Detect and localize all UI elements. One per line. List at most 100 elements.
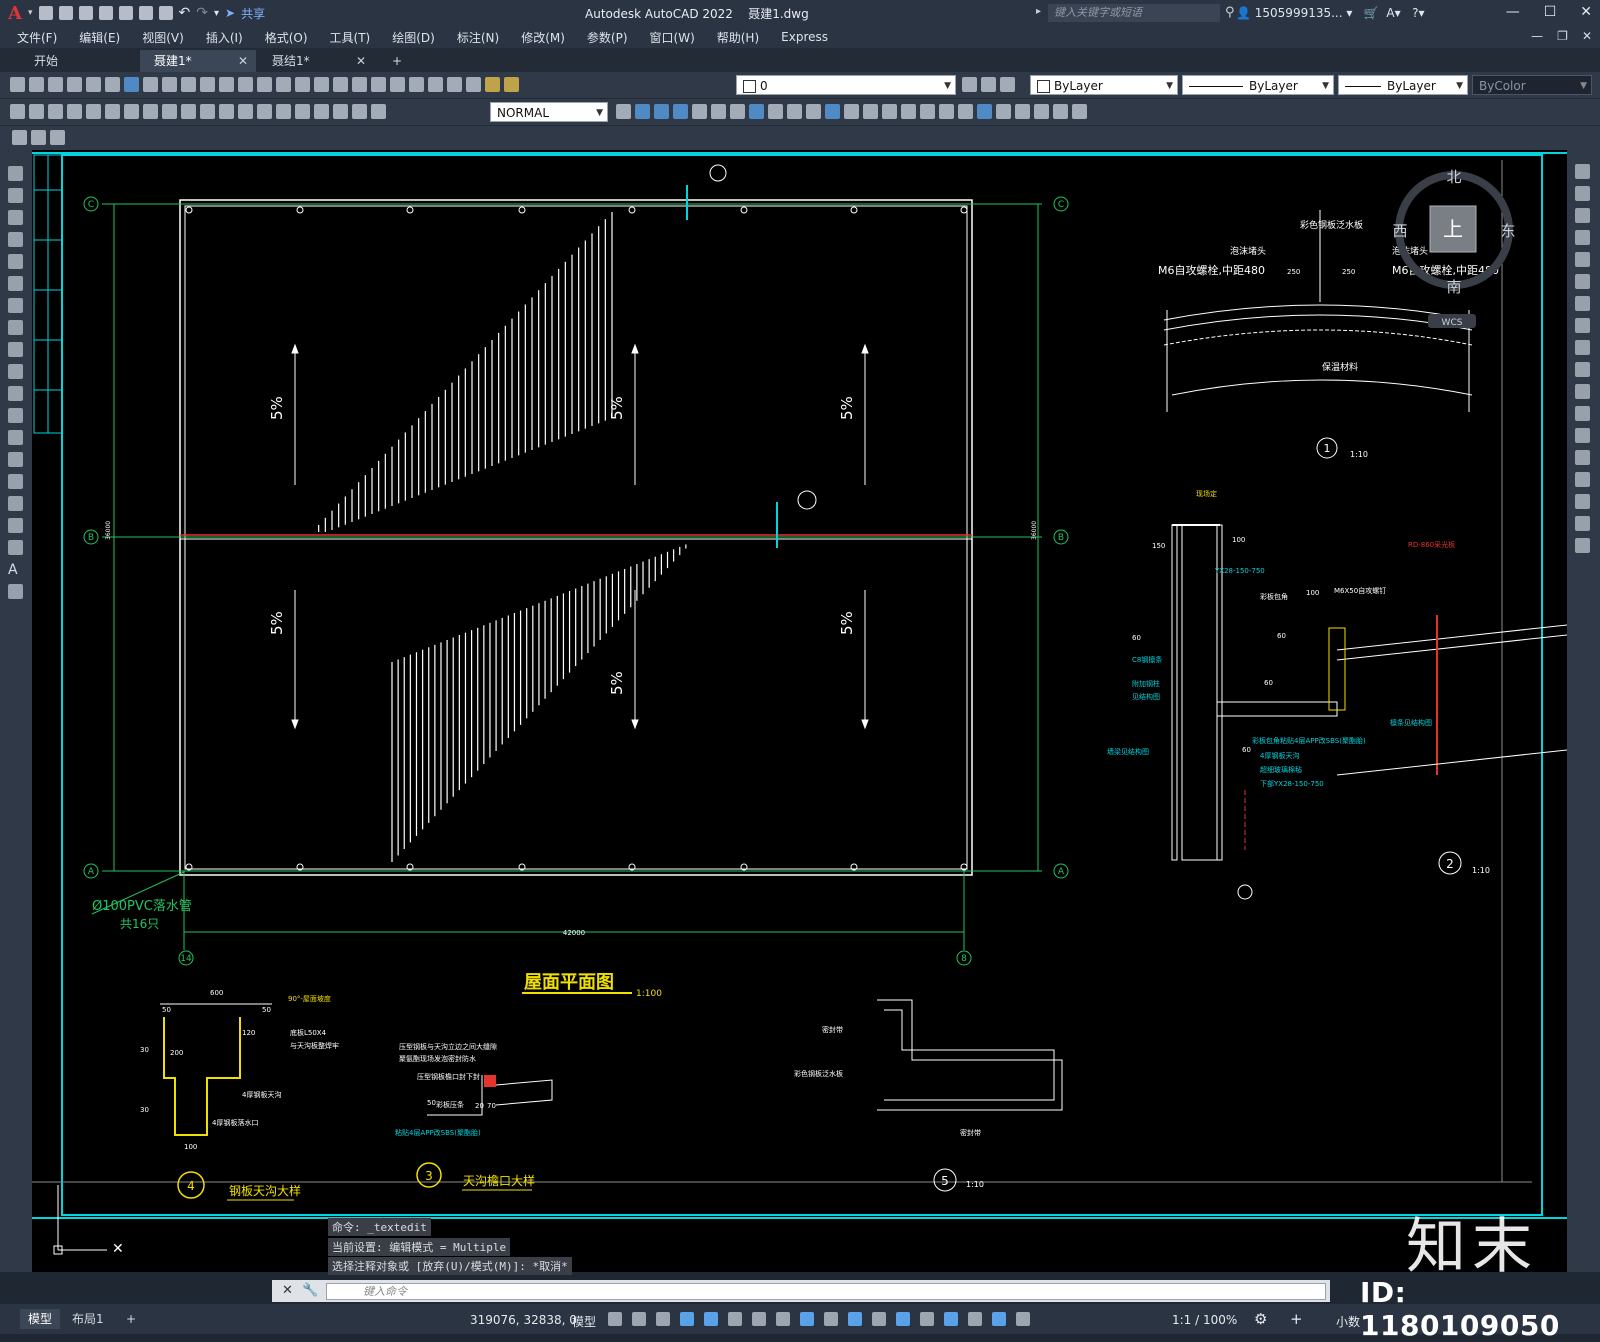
check-icon[interactable] <box>1053 104 1068 119</box>
cut-icon[interactable] <box>143 77 158 92</box>
grid-icon[interactable] <box>608 1312 622 1326</box>
app-menu-chevron-icon[interactable]: ▾ <box>28 8 33 18</box>
menu-file[interactable]: 文件(F) <box>6 29 68 46</box>
menu-edit[interactable]: 编辑(E) <box>68 29 131 46</box>
chamfer-icon[interactable] <box>1575 472 1590 487</box>
ordinate-icon[interactable] <box>67 104 82 119</box>
table-icon[interactable] <box>50 130 65 145</box>
osnap-icon[interactable] <box>800 1312 814 1326</box>
publish-icon[interactable] <box>105 77 120 92</box>
extend-icon[interactable] <box>1575 384 1590 399</box>
break-icon[interactable] <box>1575 428 1590 443</box>
polyline-icon[interactable] <box>8 210 23 225</box>
ellipse-arc-icon[interactable] <box>8 386 23 401</box>
quick-dim-icon[interactable] <box>162 104 177 119</box>
search-icon[interactable]: ⚲ <box>1225 5 1235 20</box>
copy-icon[interactable] <box>162 77 177 92</box>
shell-icon[interactable] <box>1034 104 1049 119</box>
close-button[interactable]: ✕ <box>1580 4 1592 20</box>
properties-icon[interactable] <box>333 77 348 92</box>
section-icon[interactable] <box>787 104 802 119</box>
paste-icon[interactable] <box>181 77 196 92</box>
extrude-icon[interactable] <box>730 104 745 119</box>
plot-icon[interactable] <box>158 6 173 20</box>
rotate-faces-icon[interactable] <box>901 104 916 119</box>
qnew-icon[interactable] <box>10 77 25 92</box>
undo-icon[interactable]: ↶ <box>179 5 191 21</box>
help-search-input[interactable]: 键入关键字或短语 <box>1048 4 1220 22</box>
menu-tools[interactable]: 工具(T) <box>319 29 382 46</box>
hatch-icon[interactable] <box>8 474 23 489</box>
layer-previous-icon[interactable] <box>981 77 996 92</box>
layer-state-icon[interactable] <box>1000 77 1015 92</box>
user-account[interactable]: 👤 1505999135... ▾ 🛒 A▾ ?▾ <box>1236 6 1425 20</box>
layer-freeze-icon[interactable] <box>504 77 519 92</box>
design-center-icon[interactable] <box>352 77 367 92</box>
stretch-icon[interactable] <box>1575 340 1590 355</box>
menu-help[interactable]: 帮助(H) <box>706 29 770 46</box>
annotation-scale[interactable]: 1:1 / 100% <box>1172 1313 1237 1327</box>
save-icon[interactable] <box>78 6 93 20</box>
auto-scale-icon[interactable] <box>1016 1312 1030 1326</box>
save-web-icon[interactable] <box>138 6 153 20</box>
tool-palettes-icon[interactable] <box>371 77 386 92</box>
menu-insert[interactable]: 插入(I) <box>195 29 254 46</box>
gradient-icon[interactable] <box>8 496 23 511</box>
aligned-dim-icon[interactable] <box>29 104 44 119</box>
erase-icon[interactable] <box>1575 164 1590 179</box>
dim-break-icon[interactable] <box>238 104 253 119</box>
drawing-canvas[interactable]: C C B B A A 14 8 42000 36000 36000 5% 5%… <box>32 150 1567 1272</box>
search-expand-icon[interactable]: ▸ <box>1036 6 1041 17</box>
command-input[interactable]: 键入命令 <box>326 1283 1326 1300</box>
table-icon[interactable] <box>8 540 23 555</box>
dim-update-icon[interactable] <box>371 104 386 119</box>
3d-dwf-icon[interactable] <box>124 77 139 92</box>
dimstyle-icon[interactable] <box>616 104 631 119</box>
menu-format[interactable]: 格式(O) <box>254 29 319 46</box>
plotstyle-dropdown[interactable]: ByColor ▼ <box>1472 75 1592 95</box>
explode-icon[interactable] <box>1575 538 1590 553</box>
trim-icon[interactable] <box>1575 362 1590 377</box>
color-dropdown[interactable]: ByLayer ▼ <box>1030 75 1178 95</box>
clean-icon[interactable] <box>996 104 1011 119</box>
join-icon[interactable] <box>1575 450 1590 465</box>
offset-icon[interactable] <box>1575 230 1590 245</box>
sheet-set-icon[interactable] <box>390 77 405 92</box>
intersect-icon[interactable] <box>673 104 688 119</box>
tab-drawing-2[interactable]: 聂结1* ✕ <box>258 50 374 72</box>
menu-view[interactable]: 视图(V) <box>131 29 195 46</box>
close-tab-icon[interactable]: ✕ <box>238 50 248 72</box>
jogged-linear-icon[interactable] <box>314 104 329 119</box>
doc-restore-button[interactable]: ❐ <box>1557 29 1568 43</box>
share-icon[interactable]: ➤ <box>225 6 235 20</box>
jogged-icon[interactable] <box>105 104 120 119</box>
menu-window[interactable]: 窗口(W) <box>639 29 706 46</box>
baseline-icon[interactable] <box>181 104 196 119</box>
dim-text-edit-icon[interactable] <box>352 104 367 119</box>
construction-line-icon[interactable] <box>8 188 23 203</box>
circle-icon[interactable] <box>8 298 23 313</box>
layer-dropdown[interactable]: 0 ▼ <box>736 75 956 95</box>
region-icon[interactable] <box>8 518 23 533</box>
linetype-dropdown[interactable]: ByLayer ▼ <box>1182 75 1334 95</box>
open-file-icon[interactable] <box>58 6 73 20</box>
tab-layout1[interactable]: 布局1 <box>64 1309 112 1329</box>
otrack-icon[interactable] <box>776 1312 790 1326</box>
ortho-icon[interactable] <box>704 1312 718 1326</box>
angular-icon[interactable] <box>143 104 158 119</box>
point-icon[interactable] <box>8 452 23 467</box>
model-space-toggle[interactable]: 模型 <box>572 1313 596 1330</box>
arc-length-icon[interactable] <box>48 104 63 119</box>
help-icon[interactable] <box>447 77 462 92</box>
menu-modify[interactable]: 修改(M) <box>510 29 576 46</box>
mirror-icon[interactable] <box>1575 208 1590 223</box>
line-icon[interactable] <box>8 166 23 181</box>
new-file-icon[interactable] <box>38 6 53 20</box>
open-web-icon[interactable] <box>118 6 133 20</box>
selection-filter-icon[interactable] <box>944 1312 958 1326</box>
taper-faces-icon[interactable] <box>920 104 935 119</box>
minimize-button[interactable]: — <box>1506 4 1520 20</box>
add-layout-button[interactable]: + <box>118 1309 144 1329</box>
offset-faces-icon[interactable] <box>863 104 878 119</box>
layer-properties-icon[interactable] <box>466 77 481 92</box>
